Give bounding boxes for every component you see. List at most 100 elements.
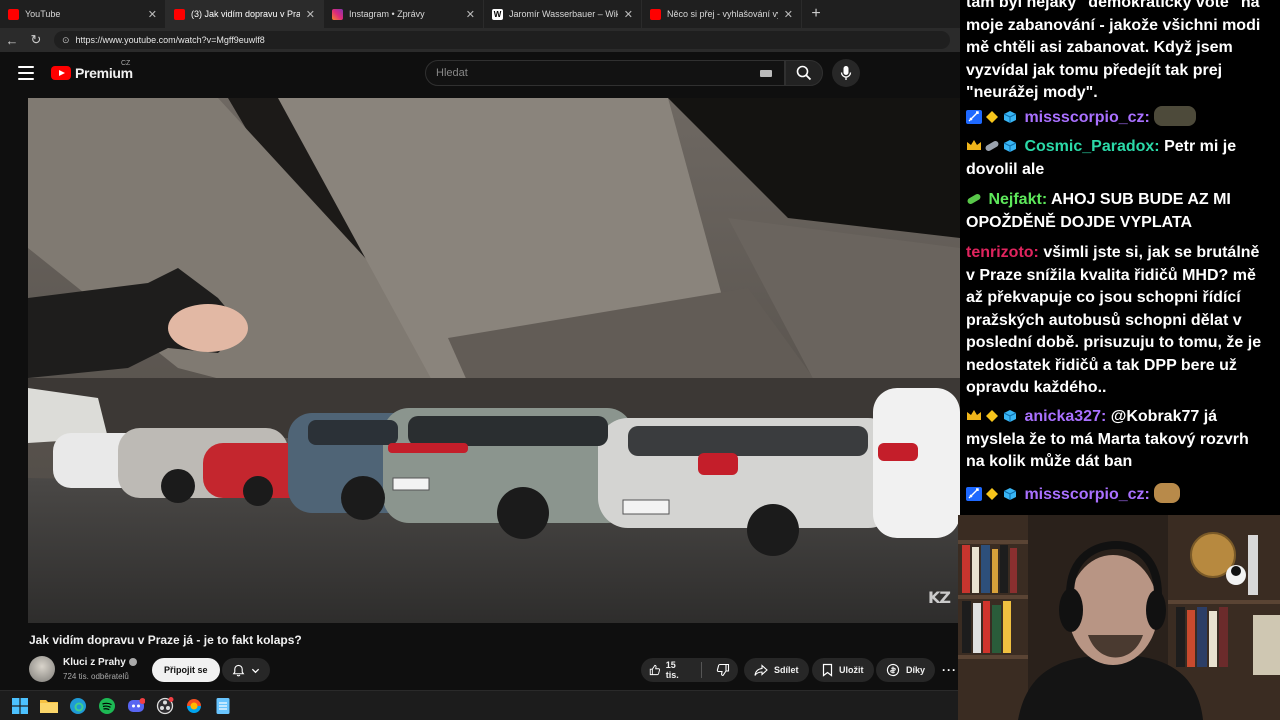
like-button[interactable]: 15 tis.	[641, 658, 695, 682]
tab-title: (3) Jak vidím dopravu v Praze já - je	[191, 9, 300, 19]
crown-icon	[967, 140, 981, 150]
close-tab-icon[interactable]: ✕	[148, 8, 157, 21]
dislike-button[interactable]	[708, 658, 738, 682]
back-arrow-icon[interactable]: ←	[0, 28, 24, 52]
channel-watermark: KZ	[928, 588, 951, 607]
instagram-favicon-icon	[332, 8, 343, 20]
screen: YouTube ✕ (3) Jak vidím dopravu v Praze …	[0, 0, 1280, 720]
chat-message-text: všimli jste si, jak se brutálně v Praze …	[966, 244, 1262, 396]
logo-text: Premium	[75, 65, 133, 81]
photos-app-icon[interactable]	[184, 696, 204, 716]
tab-youtube[interactable]: YouTube ✕	[0, 0, 166, 28]
tab-vyhlasovani[interactable]: Něco si přej - vyhlašování výherců ✕	[642, 0, 802, 28]
pill-icon	[967, 194, 981, 204]
reload-icon[interactable]: ↻	[24, 28, 48, 52]
streamer-webcam-image	[958, 515, 1280, 720]
chat-message: tenrizoto: všimli jste si, jak se brutál…	[966, 242, 1270, 400]
url-text: https://www.youtube.com/watch?v=Mgff9euw…	[75, 35, 265, 45]
notepad-icon[interactable]	[213, 696, 233, 716]
tab-title: YouTube	[25, 9, 61, 19]
youtube-favicon-icon	[174, 8, 185, 20]
close-tab-icon[interactable]: ✕	[466, 8, 475, 21]
keyboard-icon[interactable]	[760, 70, 772, 77]
subscriber-count: 724 tis. odběratelů	[63, 672, 129, 681]
close-tab-icon[interactable]: ✕	[784, 8, 793, 21]
spotify-icon[interactable]	[97, 696, 117, 716]
cube-icon	[1003, 410, 1017, 422]
share-icon	[754, 663, 768, 676]
save-label: Uložit	[839, 665, 864, 675]
chat-username[interactable]: missscorpio_cz	[1024, 109, 1144, 126]
chat-username[interactable]: anicka327	[1024, 408, 1101, 425]
chat-username[interactable]: missscorpio_cz	[1024, 486, 1144, 503]
join-button[interactable]: Připojit se	[152, 658, 220, 682]
thanks-button[interactable]: Díky	[876, 658, 936, 682]
chat-colon: :	[1154, 138, 1160, 155]
bits-icon	[986, 111, 998, 123]
chat-colon: :	[1100, 408, 1107, 425]
youtube-premium-logo[interactable]: Premium CZ	[51, 60, 133, 81]
address-bar-row: ← ↻ ⊙ https://www.youtube.com/watch?v=Mg…	[0, 28, 960, 52]
share-button[interactable]: Sdílet	[744, 658, 809, 682]
like-count: 15 tis.	[665, 660, 679, 680]
thanks-label: Díky	[906, 665, 926, 675]
cube-icon	[1003, 111, 1017, 123]
save-button[interactable]: Uložit	[812, 658, 874, 682]
search-button[interactable]	[785, 60, 823, 86]
menu-icon[interactable]	[18, 66, 34, 80]
tab-title: Něco si přej - vyhlašování výherců	[667, 9, 778, 19]
edge-browser-icon[interactable]	[68, 696, 88, 716]
channel-avatar[interactable]	[29, 656, 55, 682]
share-label: Sdílet	[774, 665, 799, 675]
site-info-icon[interactable]: ⊙	[62, 35, 70, 46]
sword-icon	[966, 110, 982, 124]
thumbs-up-icon	[649, 664, 661, 676]
discord-icon[interactable]	[126, 696, 146, 716]
search-icon	[796, 65, 812, 81]
chat-colon: :	[1041, 191, 1048, 208]
tab-video[interactable]: (3) Jak vidím dopravu v Praze já - je ✕	[166, 0, 324, 28]
tab-wikipedia[interactable]: W Jaromír Wasserbauer – Wikipedie ✕	[484, 0, 642, 28]
thumbs-down-icon	[716, 663, 730, 677]
thanks-icon	[886, 663, 900, 677]
chat-message: Cosmic_Paradox: Petr mi je dovolil ale	[966, 136, 1270, 181]
turtle-emote	[1154, 106, 1197, 126]
video-player[interactable]: KZ	[28, 98, 960, 623]
sword-icon	[966, 487, 982, 501]
more-actions-button[interactable]: ···	[942, 663, 957, 677]
chat-message: anicka327: @Kobrak77 já myslela že to má…	[966, 406, 1270, 474]
channel-name[interactable]: Kluci z Prahy	[63, 657, 137, 668]
chat-username[interactable]: tenrizoto	[966, 244, 1034, 261]
tab-instagram[interactable]: Instagram • Zprávy ✕	[324, 0, 484, 28]
url-field[interactable]: ⊙ https://www.youtube.com/watch?v=Mgff9e…	[54, 31, 950, 49]
webcam-feed	[958, 515, 1280, 720]
obs-icon[interactable]	[155, 696, 175, 716]
cube-icon	[1003, 488, 1017, 500]
cube-icon	[1003, 140, 1017, 152]
windows-start-icon[interactable]	[10, 696, 30, 716]
microphone-icon	[840, 66, 852, 80]
chat-username[interactable]: Cosmic_Paradox	[1024, 138, 1154, 155]
chat-message: tam byl nějaký "demokratický vote" na mo…	[966, 0, 1270, 105]
voice-search-button[interactable]	[832, 59, 860, 87]
crown-icon	[967, 410, 981, 420]
country-code: CZ	[121, 60, 131, 67]
search-input[interactable]: Hledat	[425, 60, 785, 86]
chat-message-text: tam byl nějaký "demokratický vote" na mo…	[966, 0, 1261, 101]
new-tab-button[interactable]: +	[802, 0, 830, 28]
chat-username[interactable]: Nejfakt	[988, 191, 1041, 208]
youtube-header: Premium CZ Hledat	[0, 52, 960, 98]
bookmark-icon	[822, 663, 833, 677]
stream-chat: tam byl nějaký "demokratický vote" na mo…	[960, 0, 1280, 515]
cat-emote	[1154, 483, 1181, 503]
wikipedia-favicon-icon: W	[492, 8, 503, 20]
verified-icon	[128, 658, 137, 666]
close-tab-icon[interactable]: ✕	[306, 8, 315, 21]
file-explorer-icon[interactable]	[39, 696, 59, 716]
like-dislike-group: 15 tis.	[641, 658, 738, 682]
notification-button[interactable]	[222, 658, 270, 682]
bell-icon	[232, 664, 245, 676]
close-tab-icon[interactable]: ✕	[624, 8, 633, 21]
tab-title: Jaromír Wasserbauer – Wikipedie	[509, 9, 618, 19]
windows-taskbar	[0, 690, 960, 720]
